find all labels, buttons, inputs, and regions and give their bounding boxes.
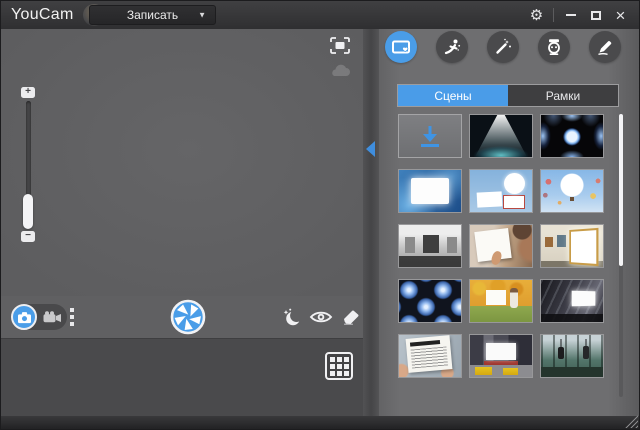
scene-thumb-museum-bw[interactable] — [398, 224, 462, 268]
minimize-icon — [566, 14, 576, 16]
collapse-panel-arrow-icon[interactable] — [366, 141, 375, 157]
scene-thumb-industrial-hall[interactable] — [540, 279, 604, 323]
window-controls: ⚙ × — [524, 1, 633, 29]
scene-thumb-3d-blue-room[interactable] — [540, 114, 604, 158]
maximize-button[interactable] — [583, 1, 608, 29]
maximize-icon — [591, 11, 601, 20]
more-options-button[interactable] — [70, 308, 74, 326]
scene-thumb-spotlight[interactable] — [469, 114, 533, 158]
video-camera-icon[interactable] — [43, 311, 62, 323]
scenes-frames-icon — [391, 37, 411, 57]
scene-thumb-download-more[interactable] — [398, 114, 462, 158]
youcam-window: YouCam Записать ▼ ⚙ × + − — [0, 0, 640, 430]
scene-thumb-art-gallery[interactable] — [540, 224, 604, 268]
mode-effects-button[interactable] — [436, 31, 468, 63]
tab-frames[interactable]: Рамки — [508, 85, 618, 106]
scene-thumb-tech-screen[interactable] — [398, 169, 462, 213]
eraser-icon[interactable] — [341, 308, 361, 325]
mode-magic-wand-button[interactable] — [487, 31, 519, 63]
gear-icon[interactable]: ⚙ — [524, 1, 549, 29]
low-light-moon-icon[interactable] — [281, 307, 303, 327]
zoom-in-button[interactable]: + — [21, 87, 35, 98]
zoom-slider: + − — [21, 87, 35, 245]
mode-scenes-frames-button[interactable] — [385, 31, 417, 63]
captured-media-strip — [1, 338, 363, 418]
capture-toolbar — [1, 296, 363, 338]
capture-shutter-button[interactable] — [170, 299, 206, 335]
cloud-upload-icon[interactable] — [328, 62, 352, 78]
panel-divider — [363, 29, 379, 418]
scene-thumb-blue-spheres[interactable] — [398, 279, 462, 323]
photo-mode-button[interactable] — [11, 304, 37, 330]
close-button[interactable]: × — [608, 1, 633, 29]
mode-draw-button[interactable] — [589, 31, 621, 63]
record-button-label: Записать — [127, 8, 178, 22]
titlebar: YouCam Записать ▼ ⚙ × — [1, 1, 639, 29]
fullscreen-icon[interactable] — [330, 37, 350, 54]
mode-icon-bar — [385, 31, 621, 63]
main-area: + − — [1, 29, 639, 418]
mode-gadgets-button[interactable] — [538, 31, 570, 63]
app-logo: YouCam — [11, 6, 74, 24]
scrollbar-thumb[interactable] — [619, 114, 623, 266]
minimize-button[interactable] — [558, 1, 583, 29]
scene-list-scrollbar[interactable] — [619, 114, 623, 397]
camera-pane: + − — [1, 29, 363, 418]
zoom-out-button[interactable]: − — [21, 231, 35, 242]
scene-thumb-newspaper[interactable] — [398, 334, 462, 378]
scene-thumb-city-taxis[interactable] — [469, 334, 533, 378]
magic-wand-icon — [493, 37, 513, 57]
scene-thumb-hot-air-balloons[interactable] — [540, 169, 604, 213]
scene-frame-tabs: Сцены Рамки — [397, 84, 619, 107]
resize-grip[interactable] — [625, 415, 638, 428]
effects-person-icon — [442, 37, 462, 57]
chevron-down-icon: ▼ — [198, 11, 206, 20]
window-footer — [1, 416, 639, 429]
capture-mode-toggle[interactable] — [11, 304, 67, 330]
gallery-grid-button[interactable] — [325, 352, 353, 380]
zoom-slider-thumb[interactable] — [23, 194, 33, 229]
draw-pencil-icon — [595, 37, 615, 57]
download-icon — [418, 125, 442, 148]
gadget-face-icon — [544, 37, 564, 57]
scene-thumb-sky-billboards[interactable] — [469, 169, 533, 213]
close-icon: × — [616, 7, 626, 24]
scene-thumbnail-grid — [398, 114, 604, 378]
titlebar-separator — [553, 8, 554, 22]
scene-thumb-window-washers[interactable] — [540, 334, 604, 378]
photo-camera-icon — [17, 311, 32, 324]
video-preview: + − — [1, 29, 363, 296]
scene-thumb-autumn-painter[interactable] — [469, 279, 533, 323]
preview-eye-icon[interactable] — [309, 309, 333, 325]
effects-panel: Сцены Рамки — [379, 29, 639, 418]
record-button[interactable]: Записать ▼ — [89, 5, 216, 25]
tab-scenes[interactable]: Сцены — [398, 85, 508, 106]
scene-thumb-hand-held-card[interactable] — [469, 224, 533, 268]
